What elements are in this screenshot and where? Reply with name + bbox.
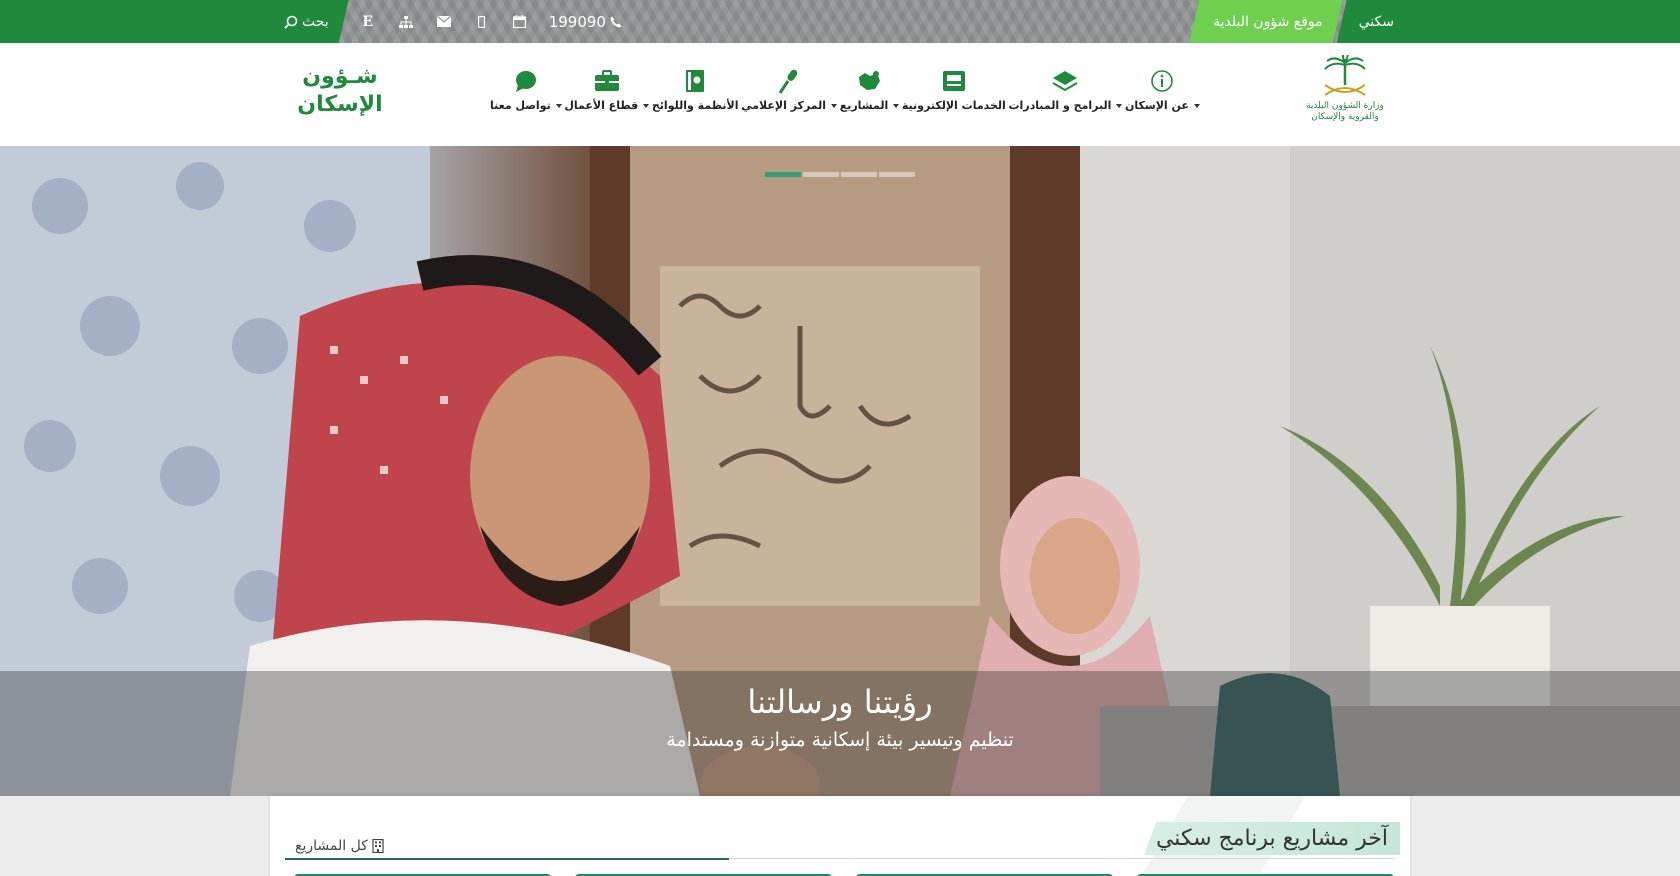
chevron-down-icon xyxy=(1116,103,1123,108)
chat-icon xyxy=(512,67,540,95)
nav-item-contact[interactable]: تواصل معنا xyxy=(490,67,562,127)
phone-icon xyxy=(610,16,622,27)
all-projects-link[interactable]: كل المشاريع xyxy=(295,838,384,854)
nav-label: تواصل معنا xyxy=(490,99,551,112)
nav-label: الخدمات الإلكترونية xyxy=(901,99,1006,112)
eservices-icon xyxy=(940,67,968,95)
top-bar: موقع شؤون البلدية سكني بحث E 199090 xyxy=(0,0,1680,43)
nav-label: المركز الإعلامي xyxy=(741,99,827,112)
carousel-indicators xyxy=(765,172,915,177)
envelope-icon xyxy=(436,16,451,27)
mobile-app-button[interactable] xyxy=(463,0,501,43)
latest-projects-panel: آخر مشاريع برنامج سكني كل المشاريع xyxy=(270,796,1410,876)
ministry-logo[interactable] xyxy=(1305,52,1385,135)
nav-label: المشاريع xyxy=(839,99,889,112)
nav-item-about-housing[interactable]: عن الإسكان xyxy=(1125,67,1200,127)
carousel-indicator[interactable] xyxy=(803,172,839,177)
housing-brand-logo[interactable]: شـؤون الإسكان xyxy=(290,63,390,119)
brand-line-2: الإسكان xyxy=(297,92,383,117)
chevron-down-icon xyxy=(555,103,562,108)
hero-title: رؤيتنا ورسالتنا xyxy=(747,683,933,721)
chevron-down-icon xyxy=(831,103,838,108)
nav-item-media-center[interactable]: المركز الإعلامي xyxy=(741,67,838,127)
book-icon xyxy=(681,67,709,95)
sitemap-icon xyxy=(398,15,413,28)
palm-swords-logo-icon xyxy=(1324,52,1366,96)
nav-item-eservices[interactable]: الخدمات الإلكترونية xyxy=(902,67,1006,127)
all-projects-label: كل المشاريع xyxy=(295,838,368,854)
chevron-down-icon xyxy=(643,103,650,108)
english-toggle[interactable]: E xyxy=(349,0,387,43)
sitemap-button[interactable] xyxy=(387,0,425,43)
chevron-down-icon xyxy=(1193,103,1200,108)
nav-item-business[interactable]: قطاع الأعمال xyxy=(564,67,650,127)
email-button[interactable] xyxy=(425,0,463,43)
municipal-site-link[interactable]: موقع شؤون البلدية xyxy=(1189,0,1343,43)
hero-carousel[interactable]: رؤيتنا ورسالتنا تنظيم وتيسير بيئة إسكاني… xyxy=(0,146,1680,796)
search-label: بحث xyxy=(302,13,329,30)
search-button[interactable]: بحث xyxy=(270,0,349,43)
ministry-name: وزارة الشؤون البلدية والقروية والإسكان xyxy=(1306,101,1384,122)
briefcase-icon xyxy=(593,67,621,95)
carousel-indicator[interactable] xyxy=(879,172,915,177)
mobile-icon xyxy=(478,15,486,28)
brand-line-1: شـؤون xyxy=(302,64,378,89)
calendar-icon xyxy=(513,15,527,28)
chevron-down-icon xyxy=(893,103,900,108)
site-header: وزارة الشؤون البلدية والقروية والإسكان ع… xyxy=(0,43,1680,146)
latest-projects-title: آخر مشاريع برنامج سكني xyxy=(1143,822,1400,855)
phone-number[interactable]: 199090 xyxy=(549,13,622,31)
info-icon xyxy=(1148,67,1176,95)
nav-label: قطاع الأعمال xyxy=(564,99,639,112)
hero-caption: رؤيتنا ورسالتنا تنظيم وتيسير بيئة إسكاني… xyxy=(0,671,1680,796)
top-bar-links: موقع شؤون البلدية سكني xyxy=(1189,0,1410,43)
map-icon xyxy=(855,67,883,95)
nav-item-regulations[interactable]: الأنظمة واللوائح xyxy=(652,67,739,127)
main-nav: عن الإسكان البرامج و المبادرات الخدمات ا… xyxy=(490,67,1200,127)
microphone-icon xyxy=(775,67,803,95)
nav-label: الأنظمة واللوائح xyxy=(651,99,739,112)
top-bar-inner: موقع شؤون البلدية سكني بحث E 199090 xyxy=(270,0,1410,43)
top-bar-tools: بحث E 199090 xyxy=(270,0,622,43)
carousel-indicator[interactable] xyxy=(841,172,877,177)
nav-label: عن الإسكان xyxy=(1125,99,1189,112)
sakani-link[interactable]: سكني xyxy=(1336,0,1410,43)
calendar-button[interactable] xyxy=(501,0,539,43)
nav-label: البرامج و المبادرات xyxy=(1008,99,1112,112)
phone-label: 199090 xyxy=(548,12,606,31)
nav-item-projects[interactable]: المشاريع xyxy=(840,67,900,127)
hero-subtitle: تنظيم وتيسير بيئة إسكانية متوازنة ومستدا… xyxy=(666,729,1014,751)
carousel-indicator[interactable] xyxy=(765,172,801,177)
search-icon xyxy=(284,15,298,29)
building-icon xyxy=(372,839,384,853)
nav-item-programs[interactable]: البرامج و المبادرات xyxy=(1008,67,1123,127)
layers-icon xyxy=(1051,67,1079,95)
all-projects-underline xyxy=(285,858,729,860)
